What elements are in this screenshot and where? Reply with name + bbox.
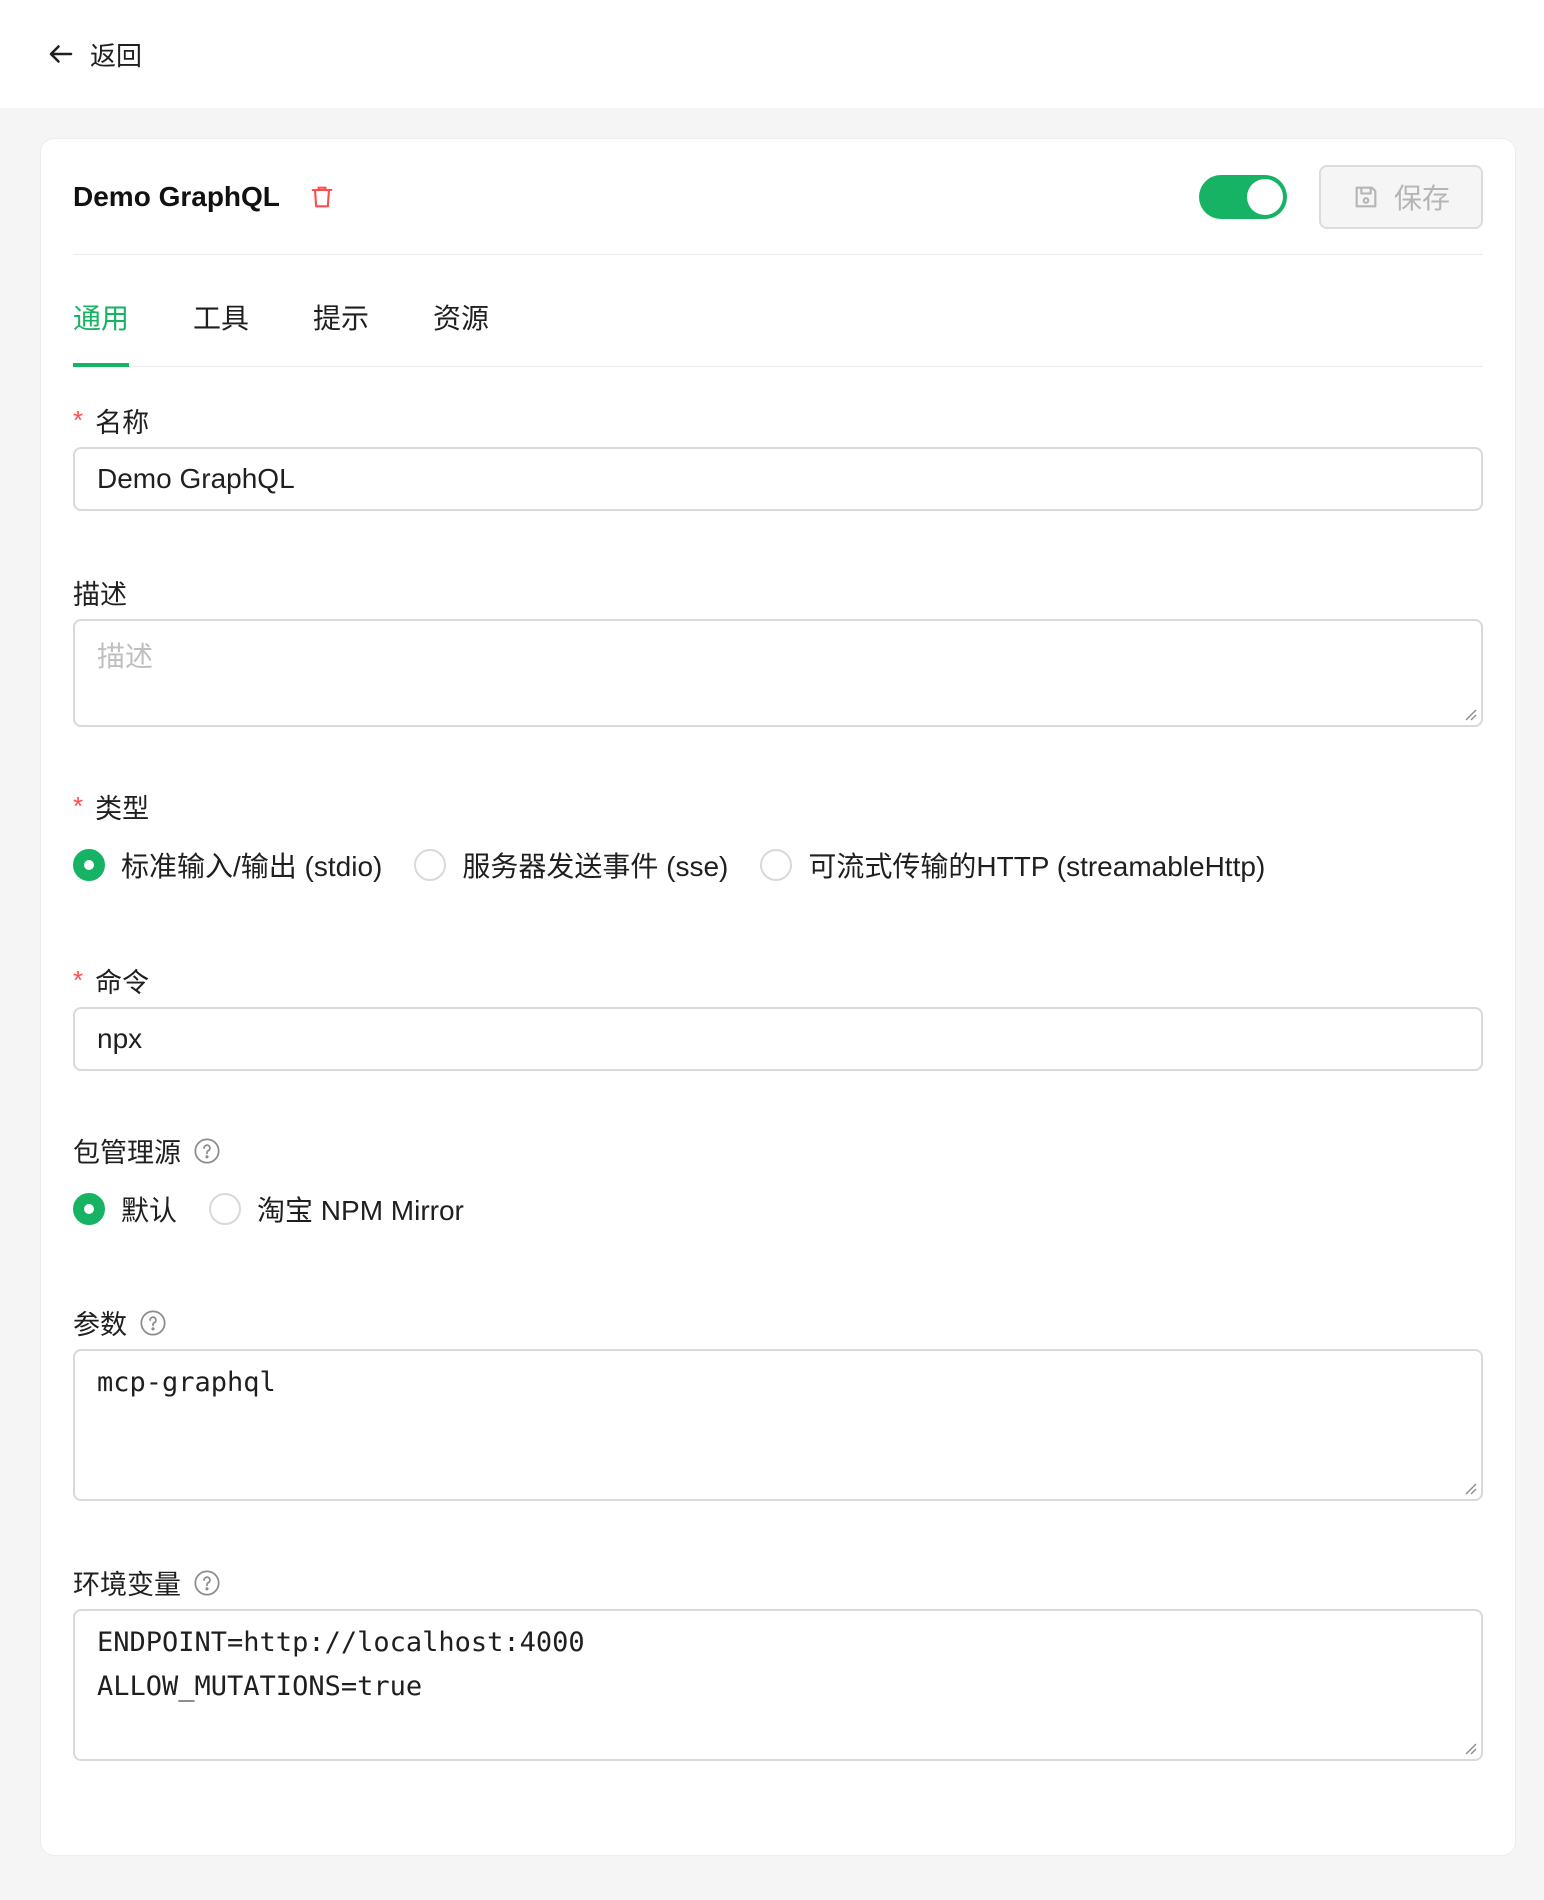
- name-field-label: * 名称: [73, 405, 150, 438]
- tab-tools[interactable]: 工具: [193, 297, 249, 367]
- general-form: * 名称 Demo GraphQL 描述 描述 * 类型 标准输入/输出 (st…: [73, 367, 1483, 1847]
- question-circle-icon[interactable]: [139, 1309, 167, 1337]
- trash-icon[interactable]: [308, 183, 336, 211]
- server-config-card: Demo GraphQL 保存 通用 工具 提示 资源 * 名称 Demo Gr…: [40, 138, 1516, 1856]
- save-label: 保存: [1393, 182, 1450, 214]
- resize-handle-icon[interactable]: [1461, 1739, 1477, 1755]
- tab-resources[interactable]: 资源: [433, 297, 489, 367]
- radio-button[interactable]: [209, 1193, 242, 1225]
- back-label: 返回: [90, 40, 143, 71]
- description-field-label: 描述: [73, 580, 127, 610]
- tab-prompts[interactable]: 提示: [313, 297, 369, 367]
- env-field-label: 环境变量: [73, 1563, 221, 1602]
- registry-option-taobao[interactable]: 淘宝 NPM Mirror: [209, 1189, 464, 1229]
- back-button[interactable]: 返回: [46, 36, 142, 73]
- resize-handle-icon[interactable]: [1461, 705, 1477, 721]
- top-bar: 返回: [0, 0, 1544, 108]
- env-line: ALLOW_MUTATIONS=true: [97, 1671, 423, 1702]
- description-placeholder: 描述: [97, 641, 154, 672]
- arrow-left-icon: [49, 45, 73, 63]
- server-title: Demo GraphQL: [73, 180, 280, 212]
- radio-button[interactable]: [73, 1193, 105, 1225]
- registry-radio-group: 默认 淘宝 NPM Mirror: [73, 1189, 496, 1229]
- radio-button[interactable]: [760, 849, 793, 881]
- question-circle-icon[interactable]: [193, 1569, 221, 1597]
- toggle-knob: [1247, 178, 1283, 215]
- tab-bar: 通用 工具 提示 资源: [73, 255, 1483, 367]
- card-header: Demo GraphQL 保存: [73, 139, 1483, 255]
- question-circle-icon[interactable]: [193, 1137, 221, 1165]
- type-field-label: * 类型: [73, 791, 150, 824]
- required-mark: *: [73, 405, 84, 435]
- args-textarea[interactable]: mcp-graphql: [73, 1349, 1483, 1501]
- registry-field-label: 包管理源: [73, 1131, 221, 1170]
- env-textarea[interactable]: ENDPOINT=http://localhost:4000 ALLOW_MUT…: [73, 1609, 1483, 1761]
- save-button[interactable]: 保存: [1319, 164, 1483, 229]
- name-input[interactable]: Demo GraphQL: [73, 447, 1483, 511]
- description-textarea[interactable]: 描述: [73, 619, 1483, 727]
- resize-handle-icon[interactable]: [1461, 1479, 1477, 1495]
- type-option-stdio[interactable]: 标准输入/输出 (stdio): [73, 845, 382, 885]
- env-line: ENDPOINT=http://localhost:4000: [97, 1627, 585, 1658]
- type-option-streamable-http[interactable]: 可流式传输的HTTP (streamableHttp): [760, 845, 1265, 885]
- command-field-label: * 命令: [73, 965, 150, 998]
- required-mark: *: [73, 791, 84, 821]
- radio-button[interactable]: [414, 849, 447, 881]
- args-field-label: 参数: [73, 1303, 167, 1342]
- type-radio-group: 标准输入/输出 (stdio) 服务器发送事件 (sse) 可流式传输的HTTP…: [73, 845, 1297, 885]
- tab-general[interactable]: 通用: [73, 297, 130, 367]
- registry-option-default[interactable]: 默认: [73, 1189, 177, 1229]
- server-enabled-toggle[interactable]: [1199, 174, 1287, 219]
- command-input[interactable]: npx: [73, 1007, 1483, 1071]
- required-mark: *: [73, 965, 84, 995]
- floppy-disk-icon: [1355, 186, 1377, 207]
- radio-button[interactable]: [73, 849, 105, 881]
- type-option-sse[interactable]: 服务器发送事件 (sse): [414, 845, 728, 885]
